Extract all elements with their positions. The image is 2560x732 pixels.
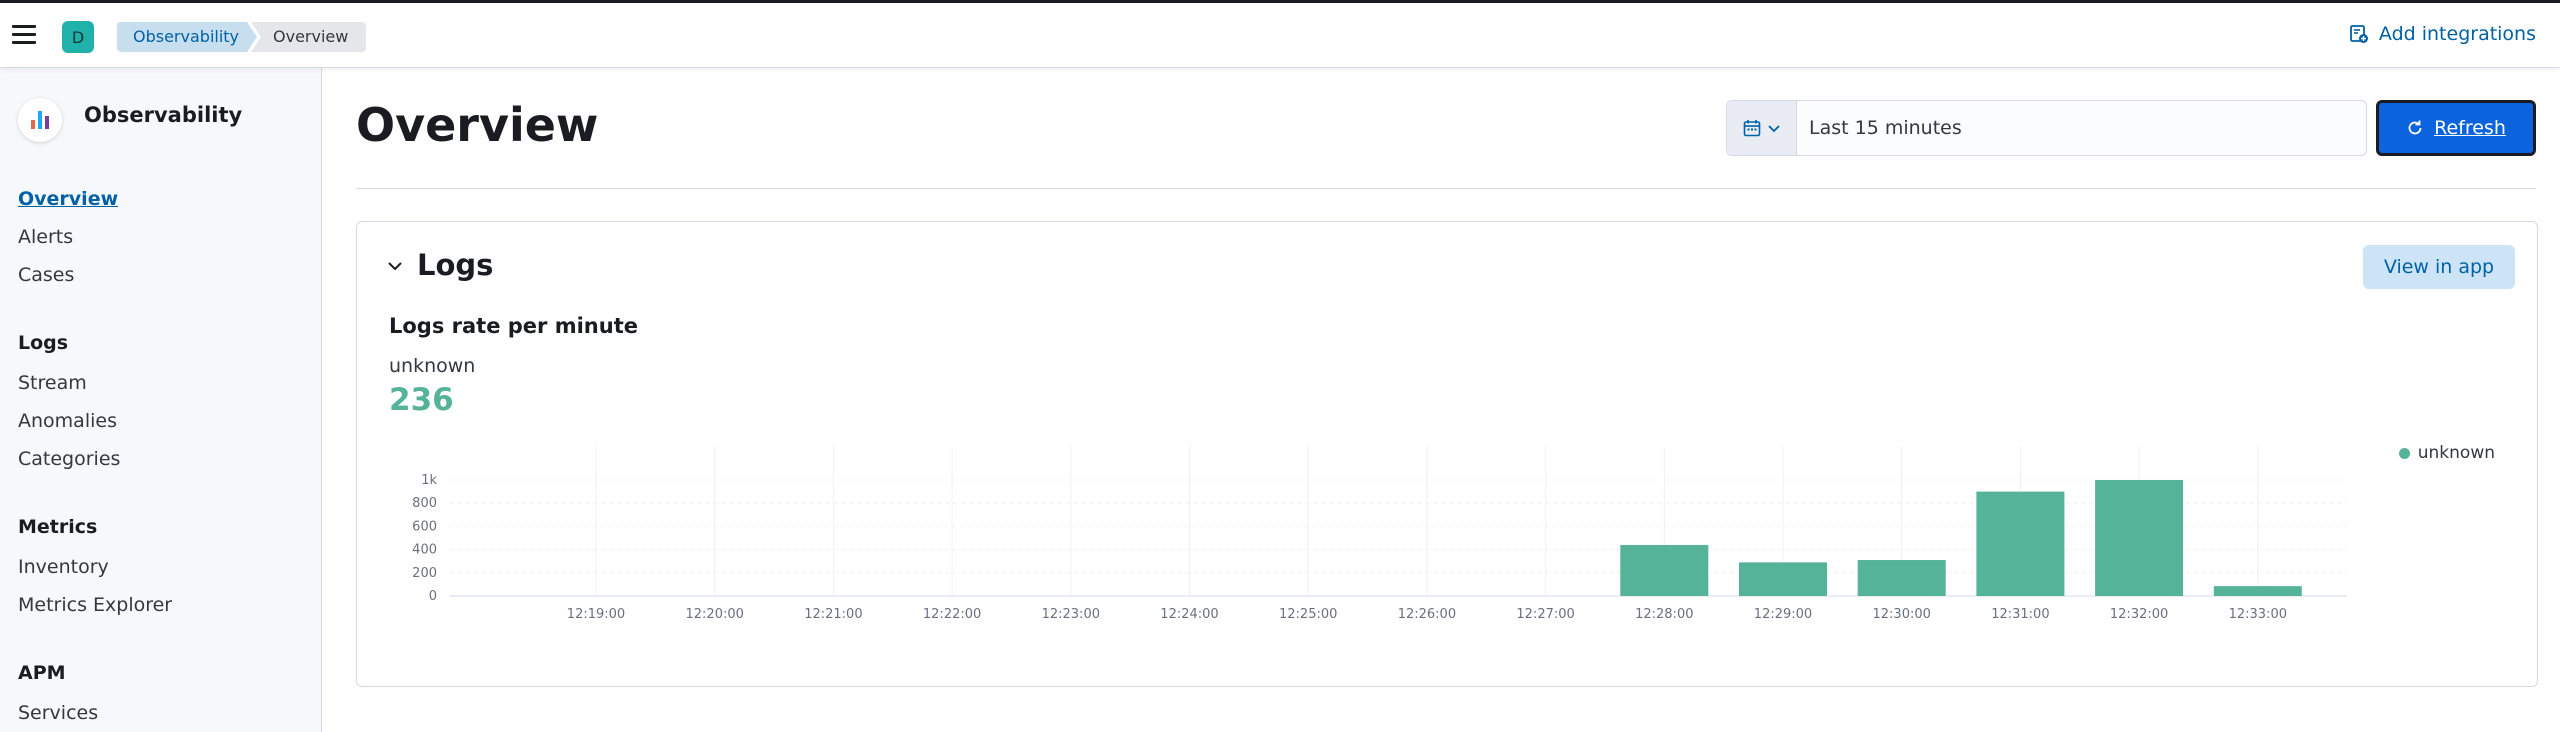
header-divider bbox=[356, 188, 2536, 189]
x-tick-label: 12:28:00 bbox=[1635, 607, 1693, 622]
chart-bar bbox=[2213, 586, 2302, 596]
x-tick-label: 12:20:00 bbox=[686, 607, 744, 622]
sidebar-brand: Observability bbox=[18, 98, 242, 142]
sidebar-item-stream[interactable]: Stream bbox=[18, 372, 87, 394]
sidebar-heading-logs: Logs bbox=[18, 332, 69, 354]
integrations-icon bbox=[2350, 25, 2368, 43]
sidebar: Observability Overview Alerts Cases Logs… bbox=[0, 68, 322, 732]
chart-bar bbox=[2095, 480, 2184, 596]
x-tick-label: 12:31:00 bbox=[1991, 607, 2049, 622]
sidebar-item-cases[interactable]: Cases bbox=[18, 264, 74, 286]
x-tick-label: 12:22:00 bbox=[923, 607, 981, 622]
sidebar-item-anomalies[interactable]: Anomalies bbox=[18, 410, 117, 432]
space-avatar[interactable]: D bbox=[62, 21, 94, 53]
refresh-label: Refresh bbox=[2434, 117, 2506, 139]
logs-panel: Logs View in app Logs rate per minute un… bbox=[356, 221, 2538, 687]
calendar-icon bbox=[1743, 120, 1760, 137]
logs-rate-chart: 0 200 400 600 800 1k 12:19:00 12:20:00 12:21:00 1… bbox=[412, 446, 2347, 622]
y-tick-label: 200 bbox=[412, 566, 437, 581]
y-tick-label: 400 bbox=[412, 543, 437, 558]
sidebar-item-metrics-explorer[interactable]: Metrics Explorer bbox=[18, 594, 172, 616]
date-picker: Last 15 minutes bbox=[1726, 100, 2367, 156]
observability-logo-icon bbox=[18, 98, 62, 142]
sidebar-item-inventory[interactable]: Inventory bbox=[18, 556, 109, 578]
panel-title[interactable]: Logs bbox=[417, 248, 493, 282]
stat-label: unknown bbox=[389, 355, 476, 377]
chart-bar bbox=[1620, 544, 1709, 596]
menu-icon[interactable] bbox=[12, 25, 36, 45]
refresh-icon bbox=[2408, 120, 2422, 135]
x-tick-label: 12:24:00 bbox=[1160, 607, 1218, 622]
breadcrumb-observability[interactable]: Observability bbox=[117, 22, 257, 52]
chevron-down-icon bbox=[1767, 125, 1780, 133]
x-tick-label: 12:23:00 bbox=[1042, 607, 1100, 622]
sidebar-item-alerts[interactable]: Alerts bbox=[18, 226, 73, 248]
sidebar-title: Observability bbox=[84, 103, 243, 127]
x-tick-label: 12:27:00 bbox=[1516, 607, 1574, 622]
add-integrations-label: Add integrations bbox=[2378, 23, 2536, 45]
date-range-display[interactable]: Last 15 minutes bbox=[1797, 101, 2366, 155]
y-tick-label: 1k bbox=[421, 473, 437, 488]
chart-bar bbox=[1857, 560, 1946, 596]
sidebar-heading-metrics: Metrics bbox=[18, 516, 98, 538]
x-tick-label: 12:29:00 bbox=[1754, 607, 1812, 622]
page-title: Overview bbox=[356, 98, 599, 152]
y-tick-label: 0 bbox=[429, 589, 437, 604]
chevron-down-icon[interactable] bbox=[385, 256, 405, 276]
add-integrations-link[interactable]: Add integrations bbox=[2349, 23, 2536, 45]
breadcrumb: Observability Overview bbox=[117, 22, 367, 52]
view-in-app-button[interactable]: View in app bbox=[2363, 245, 2515, 289]
y-tick-label: 800 bbox=[412, 496, 437, 511]
x-tick-label: 12:30:00 bbox=[1873, 607, 1931, 622]
header-bar: D Observability Overview Add integration… bbox=[0, 0, 2560, 68]
quick-select-button[interactable] bbox=[1727, 101, 1797, 155]
chart-bar bbox=[1976, 491, 2065, 596]
y-tick-label: 600 bbox=[412, 519, 437, 534]
x-tick-label: 12:19:00 bbox=[567, 607, 625, 622]
stat-value: 236 bbox=[389, 382, 454, 418]
chart-title: Logs rate per minute bbox=[389, 314, 638, 338]
sidebar-item-services[interactable]: Services bbox=[18, 702, 98, 724]
x-tick-label: 12:33:00 bbox=[2229, 607, 2287, 622]
chart-bar bbox=[1739, 562, 1827, 596]
x-tick-label: 12:26:00 bbox=[1398, 607, 1456, 622]
x-tick-label: 12:25:00 bbox=[1279, 607, 1337, 622]
breadcrumb-overview: Overview bbox=[251, 22, 367, 52]
sidebar-item-categories[interactable]: Categories bbox=[18, 448, 120, 470]
x-tick-label: 12:21:00 bbox=[804, 607, 862, 622]
x-tick-label: 12:32:00 bbox=[2110, 607, 2168, 622]
sidebar-heading-apm: APM bbox=[18, 662, 66, 684]
legend-label: unknown bbox=[2417, 443, 2495, 463]
sidebar-item-overview[interactable]: Overview bbox=[18, 188, 118, 210]
refresh-button[interactable]: Refresh bbox=[2376, 100, 2536, 156]
